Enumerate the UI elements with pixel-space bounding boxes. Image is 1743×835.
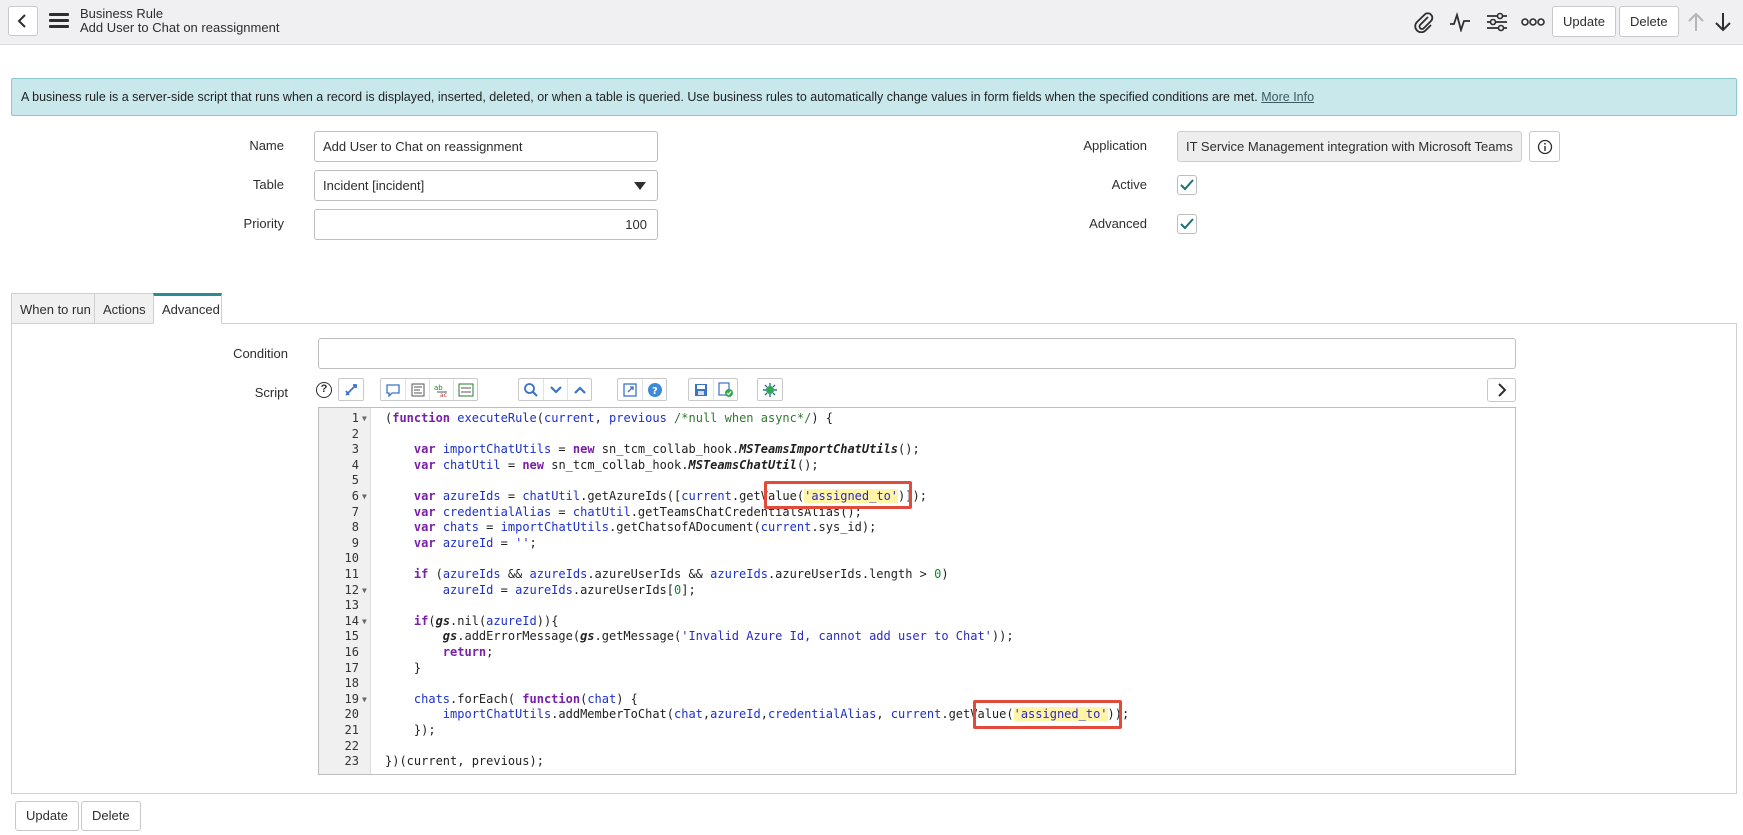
code-line: 2	[351, 426, 359, 441]
tab-advanced[interactable]: Advanced	[153, 293, 222, 324]
chevron-down-icon[interactable]	[543, 379, 567, 400]
code-line: 11 if (azureIds && azureIds.azureUserIds…	[344, 567, 949, 581]
table-label: Table	[252, 177, 284, 192]
code-line: 5	[351, 473, 359, 488]
toolbar-group-save	[688, 378, 738, 401]
activity-icon[interactable]	[1447, 10, 1473, 34]
code-line: 8 var chats = importChatUtils.getChatsof…	[351, 520, 877, 535]
table-select[interactable]: Incident [incident]	[314, 170, 658, 201]
code-line: 6 ▼ var azureIds = chatUtil.getAzureIds([…	[351, 489, 927, 503]
code-line: 23})(current, previous);	[344, 754, 544, 769]
check-syntax-icon[interactable]	[713, 379, 737, 400]
code-line: 13	[344, 598, 359, 613]
name-label: Name	[249, 138, 284, 153]
insert-text-icon[interactable]	[405, 379, 429, 400]
previous-record-arrow-icon[interactable]	[1683, 10, 1709, 34]
menu-icon[interactable]	[49, 13, 69, 29]
chevron-left-icon	[17, 14, 26, 28]
script-label: Script	[254, 385, 288, 400]
dropdown-arrow-icon	[634, 182, 646, 190]
checkmark-icon	[1180, 179, 1194, 191]
application-label: Application	[1083, 138, 1147, 153]
code-line: 18	[344, 676, 359, 691]
checkmark-icon	[1180, 218, 1194, 230]
svg-text:ab: ab	[434, 384, 443, 392]
code-line: 1 ▼ (function executeRule(current, previou…	[351, 411, 834, 425]
help-circle-icon[interactable]: ?	[642, 379, 666, 400]
code-line: 10	[344, 551, 359, 566]
application-info-button[interactable]	[1529, 131, 1560, 162]
code-line: 12 ▼ azureId = azureIds.azureUserIds[0];	[344, 582, 696, 597]
fullscreen-icon[interactable]	[618, 379, 642, 400]
banner-text: A business rule is a server-side script …	[21, 90, 1258, 104]
name-field[interactable]: Add User to Chat on reassignment	[314, 131, 658, 162]
info-banner: A business rule is a server-side script …	[11, 78, 1737, 116]
more-info-link[interactable]: More Info	[1261, 90, 1314, 104]
tab-when-to-run[interactable]: When to run	[11, 293, 100, 324]
footer-update-button[interactable]: Update	[15, 801, 79, 831]
toolbar-group-format	[338, 378, 364, 401]
record-name-subtitle: Add User to Chat on reassignment	[80, 20, 280, 35]
condition-field[interactable]	[318, 338, 1516, 369]
script-help-icon[interactable]: ?	[316, 382, 332, 398]
active-label: Active	[1111, 177, 1147, 192]
priority-label: Priority	[243, 216, 284, 231]
svg-text:?: ?	[652, 386, 658, 397]
tab-actions[interactable]: Actions	[94, 293, 155, 324]
code-line: 14 ▼ if(gs.nil(azureId)){	[344, 613, 559, 628]
code-line: 17 }	[344, 660, 422, 675]
svg-text:ac: ac	[440, 392, 447, 397]
toolbar-group-debug	[757, 378, 783, 401]
script-editor[interactable]: 1 ▼ (function executeRule(current, previou…	[318, 407, 1516, 775]
header-delete-button[interactable]: Delete	[1619, 6, 1679, 37]
sliders-icon[interactable]	[1484, 10, 1510, 34]
back-button[interactable]	[8, 6, 38, 36]
footer-delete-button[interactable]: Delete	[81, 801, 141, 831]
form-header: Business Rule Add User to Chat on reassi…	[0, 0, 1743, 45]
save-icon[interactable]	[689, 379, 713, 400]
info-icon	[1537, 139, 1552, 154]
chevron-right-icon	[1497, 383, 1506, 397]
highlight-annotation-box	[764, 481, 912, 509]
replace-icon[interactable]: ab ac	[429, 379, 453, 400]
chevron-up-icon[interactable]	[567, 379, 591, 400]
code-line: 15 gs.addErrorMessage(gs.getMessage('Inv…	[344, 629, 1014, 644]
table-select-value: Incident [incident]	[323, 178, 425, 193]
toolbar-group-search	[518, 378, 592, 401]
advanced-label: Advanced	[1089, 216, 1147, 231]
application-field: IT Service Management integration with M…	[1177, 131, 1522, 162]
toolbar-group-tools: ?	[617, 378, 667, 401]
debug-icon[interactable]	[758, 379, 782, 400]
code-line: 3 var importChatUtils = new sn_tcm_colla…	[351, 442, 920, 457]
active-checkbox[interactable]	[1177, 175, 1197, 195]
code-line: 16 return;	[344, 645, 494, 659]
advanced-checkbox[interactable]	[1177, 214, 1197, 234]
code-line: 7 var credentialAlias = chatUtil.getTeam…	[351, 504, 862, 519]
priority-field[interactable]: 100	[314, 209, 658, 240]
condition-label: Condition	[233, 346, 288, 361]
code-line: 9 var azureId = '';	[351, 535, 537, 550]
more-options-icon[interactable]	[1520, 10, 1546, 34]
code-line: 19 ▼ chats.forEach( function(chat) {	[344, 691, 638, 706]
toolbar-group-edit: ab ac	[380, 378, 478, 401]
paperclip-icon[interactable]	[1411, 10, 1437, 34]
code-line: 20 importChatUtils.addMemberToChat(chat,…	[344, 707, 1130, 722]
format-code-icon[interactable]	[339, 379, 363, 400]
search-icon[interactable]	[519, 379, 543, 400]
header-update-button[interactable]: Update	[1552, 6, 1616, 37]
expand-script-button[interactable]	[1487, 378, 1516, 402]
code-line: 22	[344, 738, 359, 753]
code-line: 4 var chatUtil = new sn_tcm_collab_hook.…	[351, 457, 819, 472]
next-record-arrow-icon[interactable]	[1710, 10, 1736, 34]
record-type-title: Business Rule	[80, 6, 164, 21]
replace-all-icon[interactable]	[453, 379, 477, 400]
comment-icon[interactable]	[381, 379, 405, 400]
code-line: 21 });	[344, 723, 436, 737]
highlight-annotation-box	[973, 700, 1122, 729]
